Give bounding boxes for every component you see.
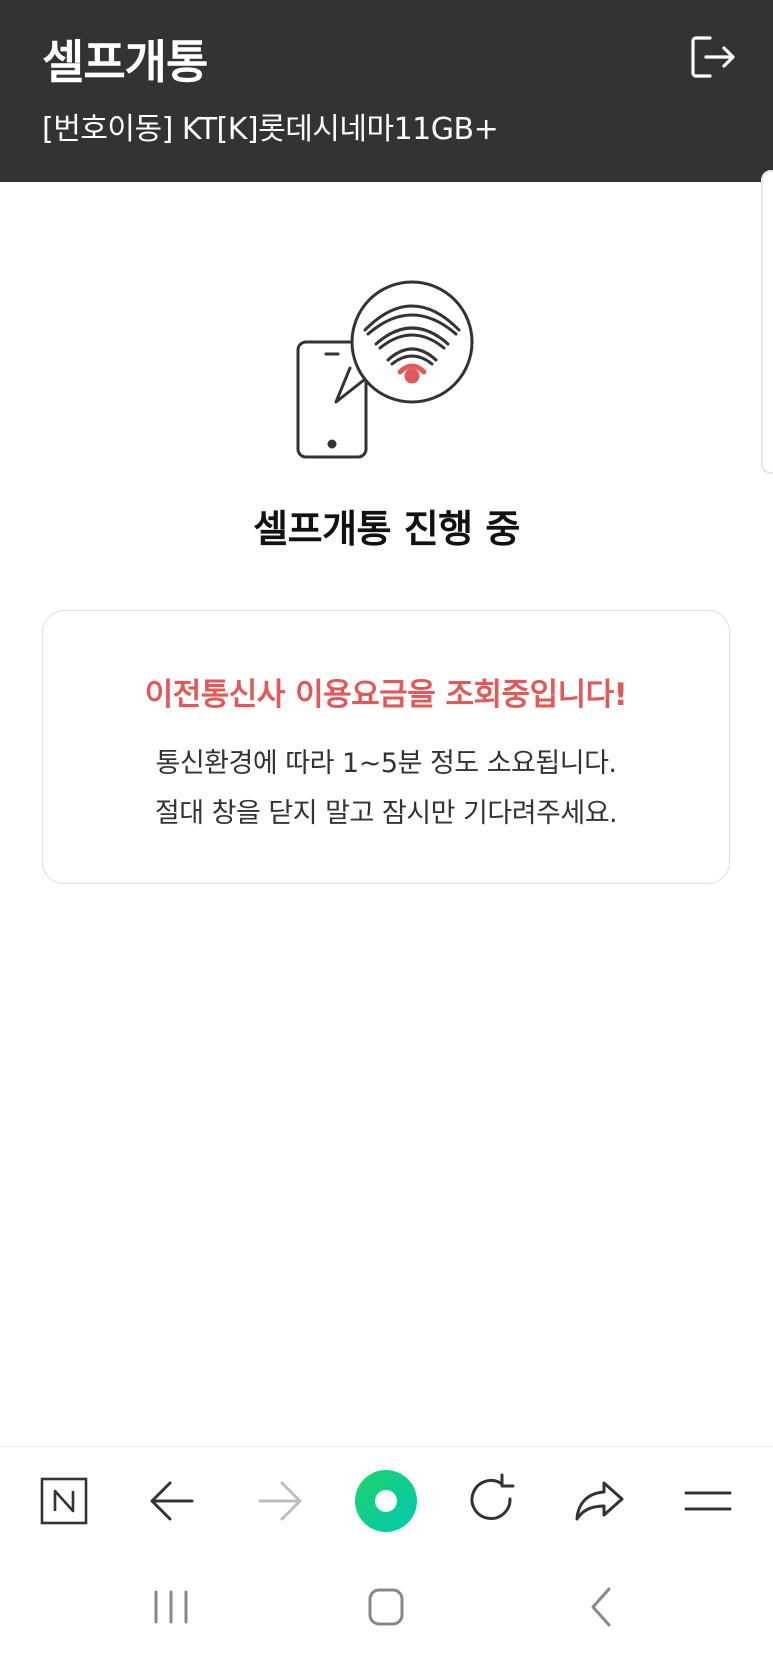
plan-subtitle: [번호이동] KT[K]롯데시네마11GB+ [42,112,499,147]
notice-line: 통신환경에 따라 1~5분 정도 소요됩니다. [155,748,618,779]
notice-headline: 이전통신사 이용요금을 조회중입니다! [144,677,628,713]
edge-panel-handle[interactable] [761,170,773,474]
browser-toolbar [0,1446,773,1555]
forward-arrow-icon[interactable] [248,1469,312,1533]
progress-title: 셀프개통 진행 중 [253,507,520,551]
logout-icon[interactable] [690,34,736,80]
system-navigation-bar [0,1554,773,1657]
notice-line: 절대 창을 닫지 말고 잠시만 기다려주세요. [154,798,618,829]
recent-apps-icon[interactable] [146,1584,196,1630]
app-header: 셀프개통 [번호이동] KT[K]롯데시네마11GB+ [0,0,773,182]
home-icon[interactable] [361,1584,411,1630]
back-arrow-icon[interactable] [140,1469,204,1533]
menu-icon[interactable] [676,1469,740,1533]
share-icon[interactable] [568,1469,632,1533]
phone-wifi-signal-icon [290,272,490,472]
back-icon[interactable] [578,1584,628,1630]
naver-icon[interactable] [32,1469,96,1533]
refresh-icon[interactable] [460,1469,524,1533]
page-title: 셀프개통 [42,35,208,89]
notice-card: 이전통신사 이용요금을 조회중입니다! 통신환경에 따라 1~5분 정도 소요됩… [42,610,730,884]
green-dot-home-icon[interactable] [354,1469,418,1533]
